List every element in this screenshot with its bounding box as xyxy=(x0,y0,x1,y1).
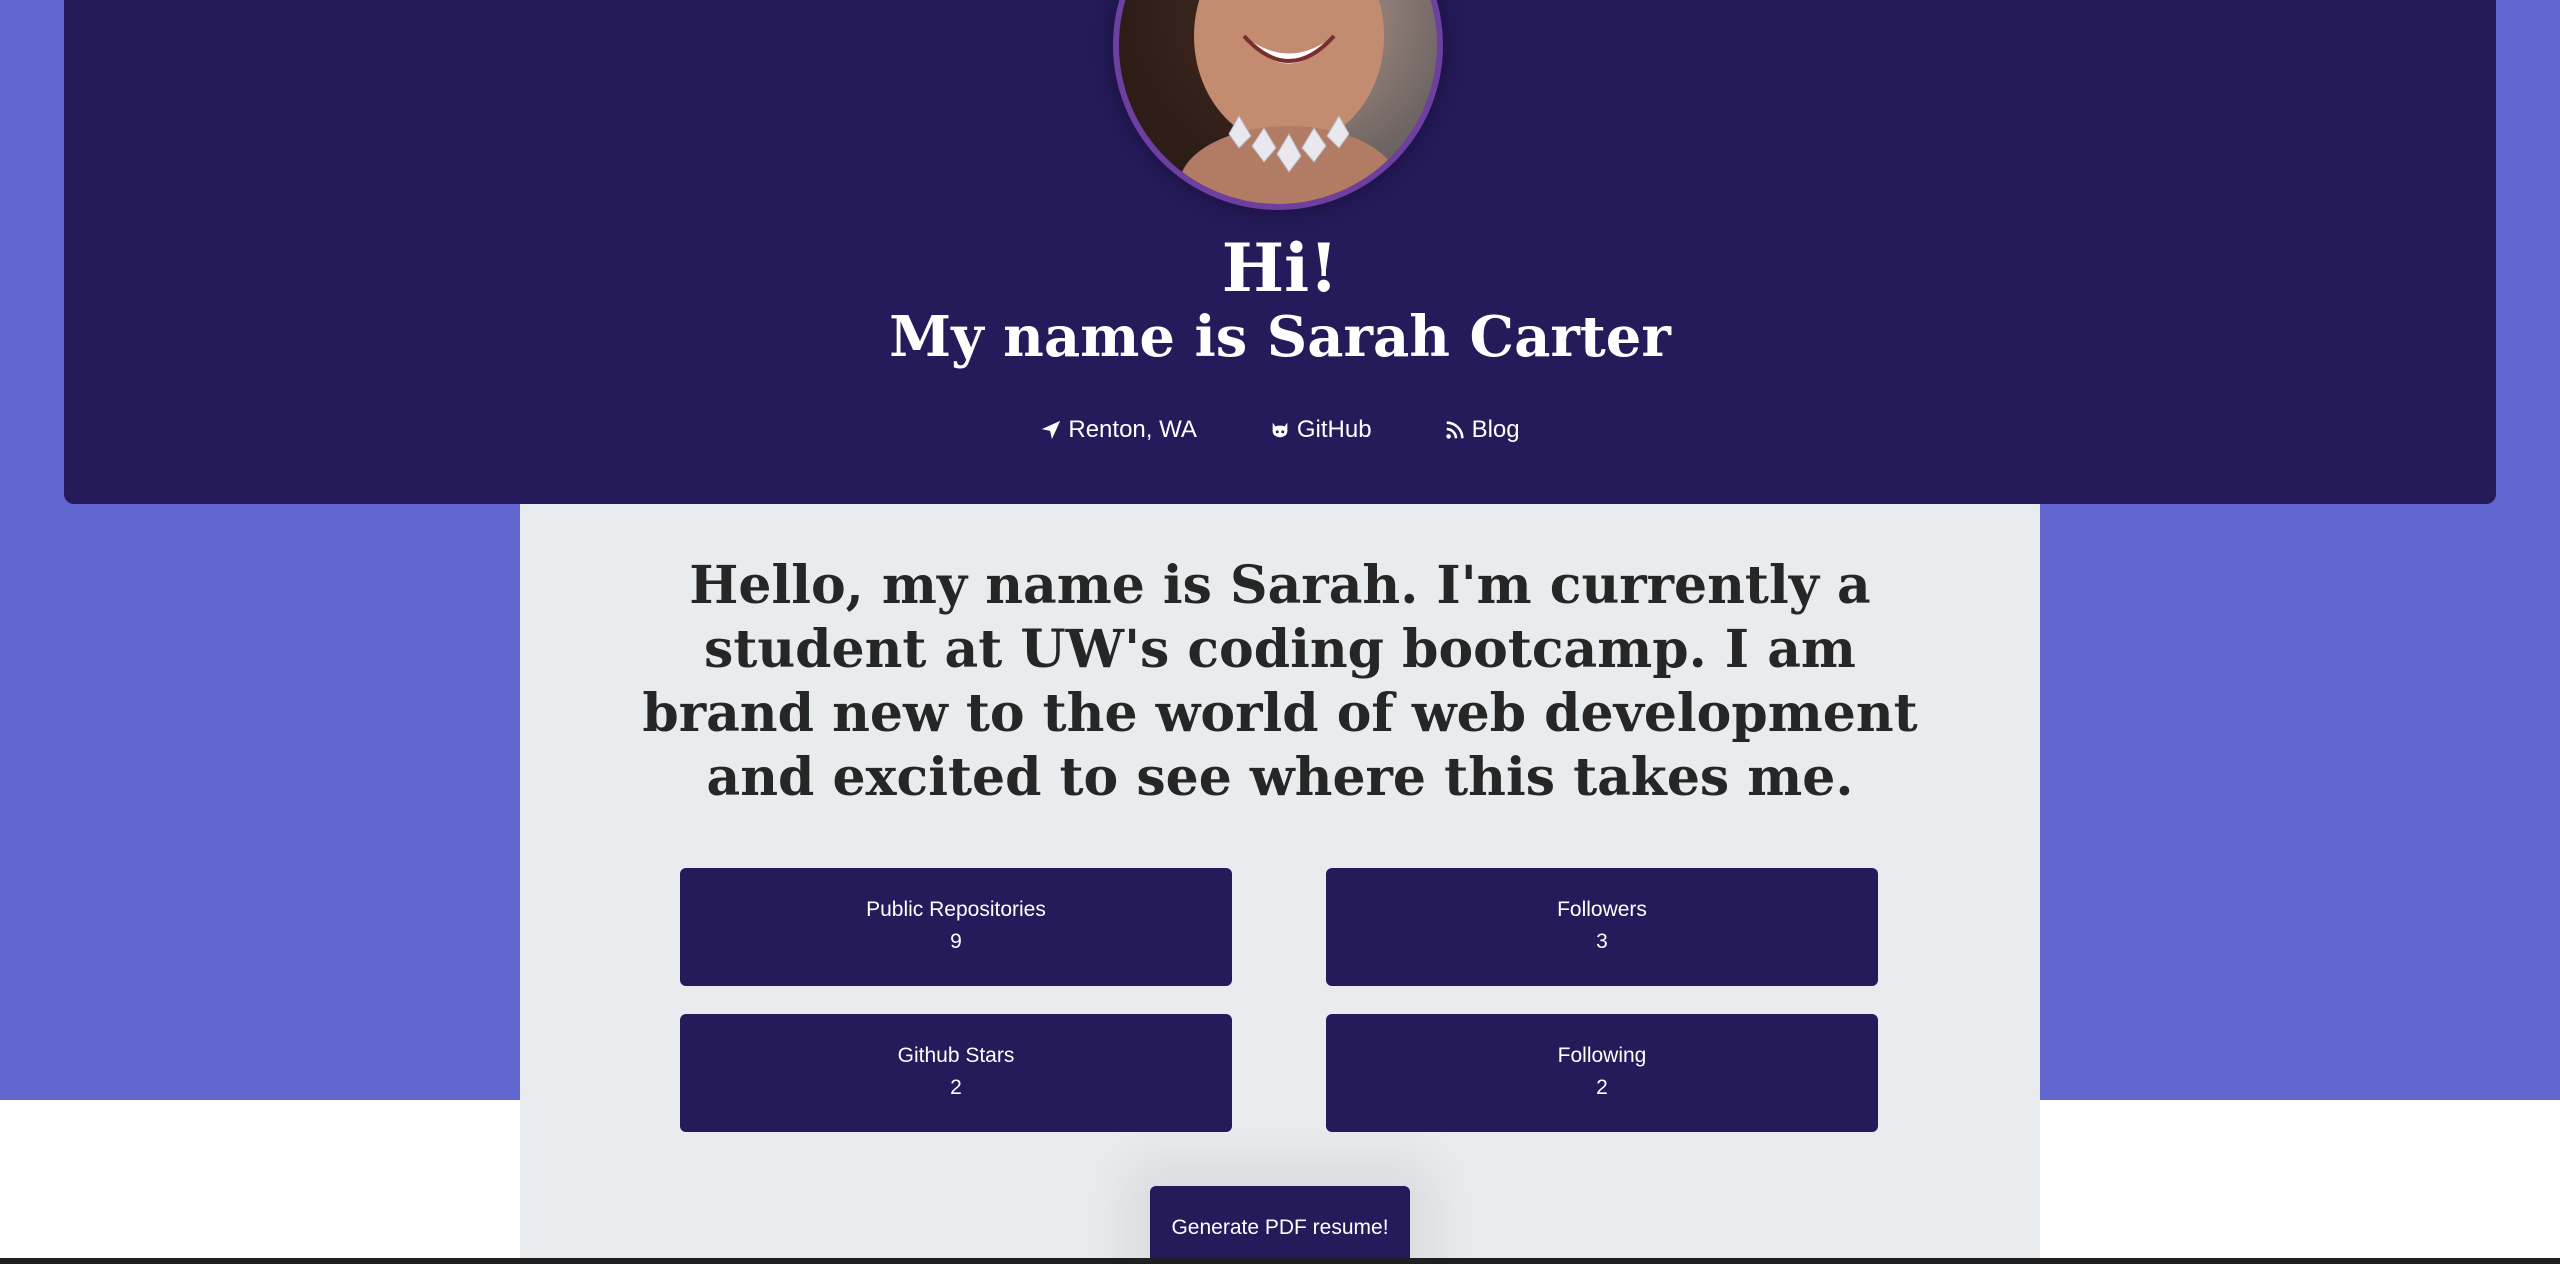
blog-label: Blog xyxy=(1471,416,1520,443)
stat-value: 2 xyxy=(950,1076,962,1099)
rss-icon xyxy=(1445,421,1464,439)
profile-links: Renton, WA GitHub Blog xyxy=(0,410,2560,450)
bio-text: Hello, my name is Sarah. I'm currently a… xyxy=(642,555,1918,808)
stat-value: 9 xyxy=(950,930,962,953)
location-label: Renton, WA xyxy=(1068,416,1197,443)
stat-followers: Followers 3 xyxy=(1326,868,1878,986)
stat-public-repositories: Public Repositories 9 xyxy=(680,868,1232,986)
stat-label: Public Repositories xyxy=(866,898,1046,921)
name-heading: My name is Sarah Carter xyxy=(889,304,1671,370)
greeting-heading: Hi! xyxy=(1221,229,1339,307)
profile-avatar xyxy=(1113,0,1443,210)
bottom-edge xyxy=(0,1258,2560,1264)
location-link[interactable]: Renton, WA xyxy=(1040,410,1197,450)
location-arrow-icon xyxy=(1042,420,1061,440)
stat-value: 3 xyxy=(1596,930,1608,953)
github-label: GitHub xyxy=(1296,416,1372,443)
blog-link[interactable]: Blog xyxy=(1444,410,1520,450)
page: Hi! My name is Sarah Carter Renton, WA G… xyxy=(0,0,2560,1264)
stat-label: Followers xyxy=(1557,898,1647,921)
github-icon xyxy=(1272,422,1288,438)
stat-github-stars: Github Stars 2 xyxy=(680,1014,1232,1132)
profile-content: Hello, my name is Sarah. I'm currently a… xyxy=(520,504,2040,1264)
github-link[interactable]: GitHub xyxy=(1269,410,1372,450)
stat-following: Following 2 xyxy=(1326,1014,1878,1132)
stat-label: Github Stars xyxy=(897,1044,1015,1067)
avatar-photo xyxy=(1119,0,1437,204)
stat-value: 2 xyxy=(1596,1076,1608,1099)
generate-pdf-button[interactable]: Generate PDF resume! xyxy=(1150,1186,1410,1264)
stat-label: Following xyxy=(1557,1044,1647,1067)
